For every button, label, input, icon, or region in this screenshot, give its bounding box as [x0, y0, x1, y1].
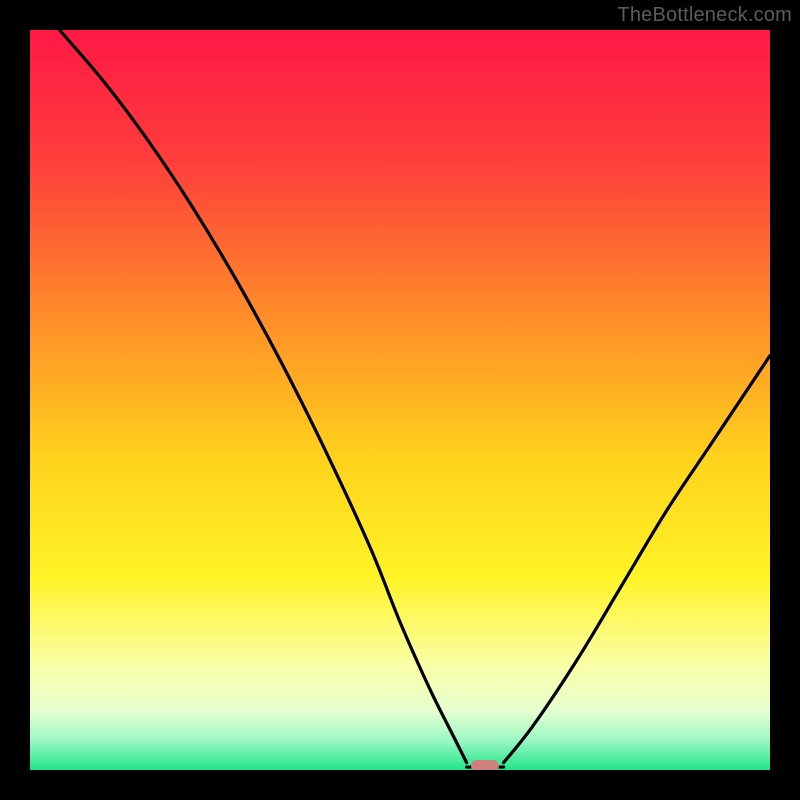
frame-left	[0, 0, 30, 800]
chart-plot-area	[30, 30, 770, 770]
frame-bottom	[0, 770, 800, 800]
gradient-background	[30, 30, 770, 770]
chart-svg	[30, 30, 770, 770]
frame-right	[770, 0, 800, 800]
optimum-marker	[471, 760, 499, 770]
watermark-text: TheBottleneck.com	[617, 4, 792, 27]
